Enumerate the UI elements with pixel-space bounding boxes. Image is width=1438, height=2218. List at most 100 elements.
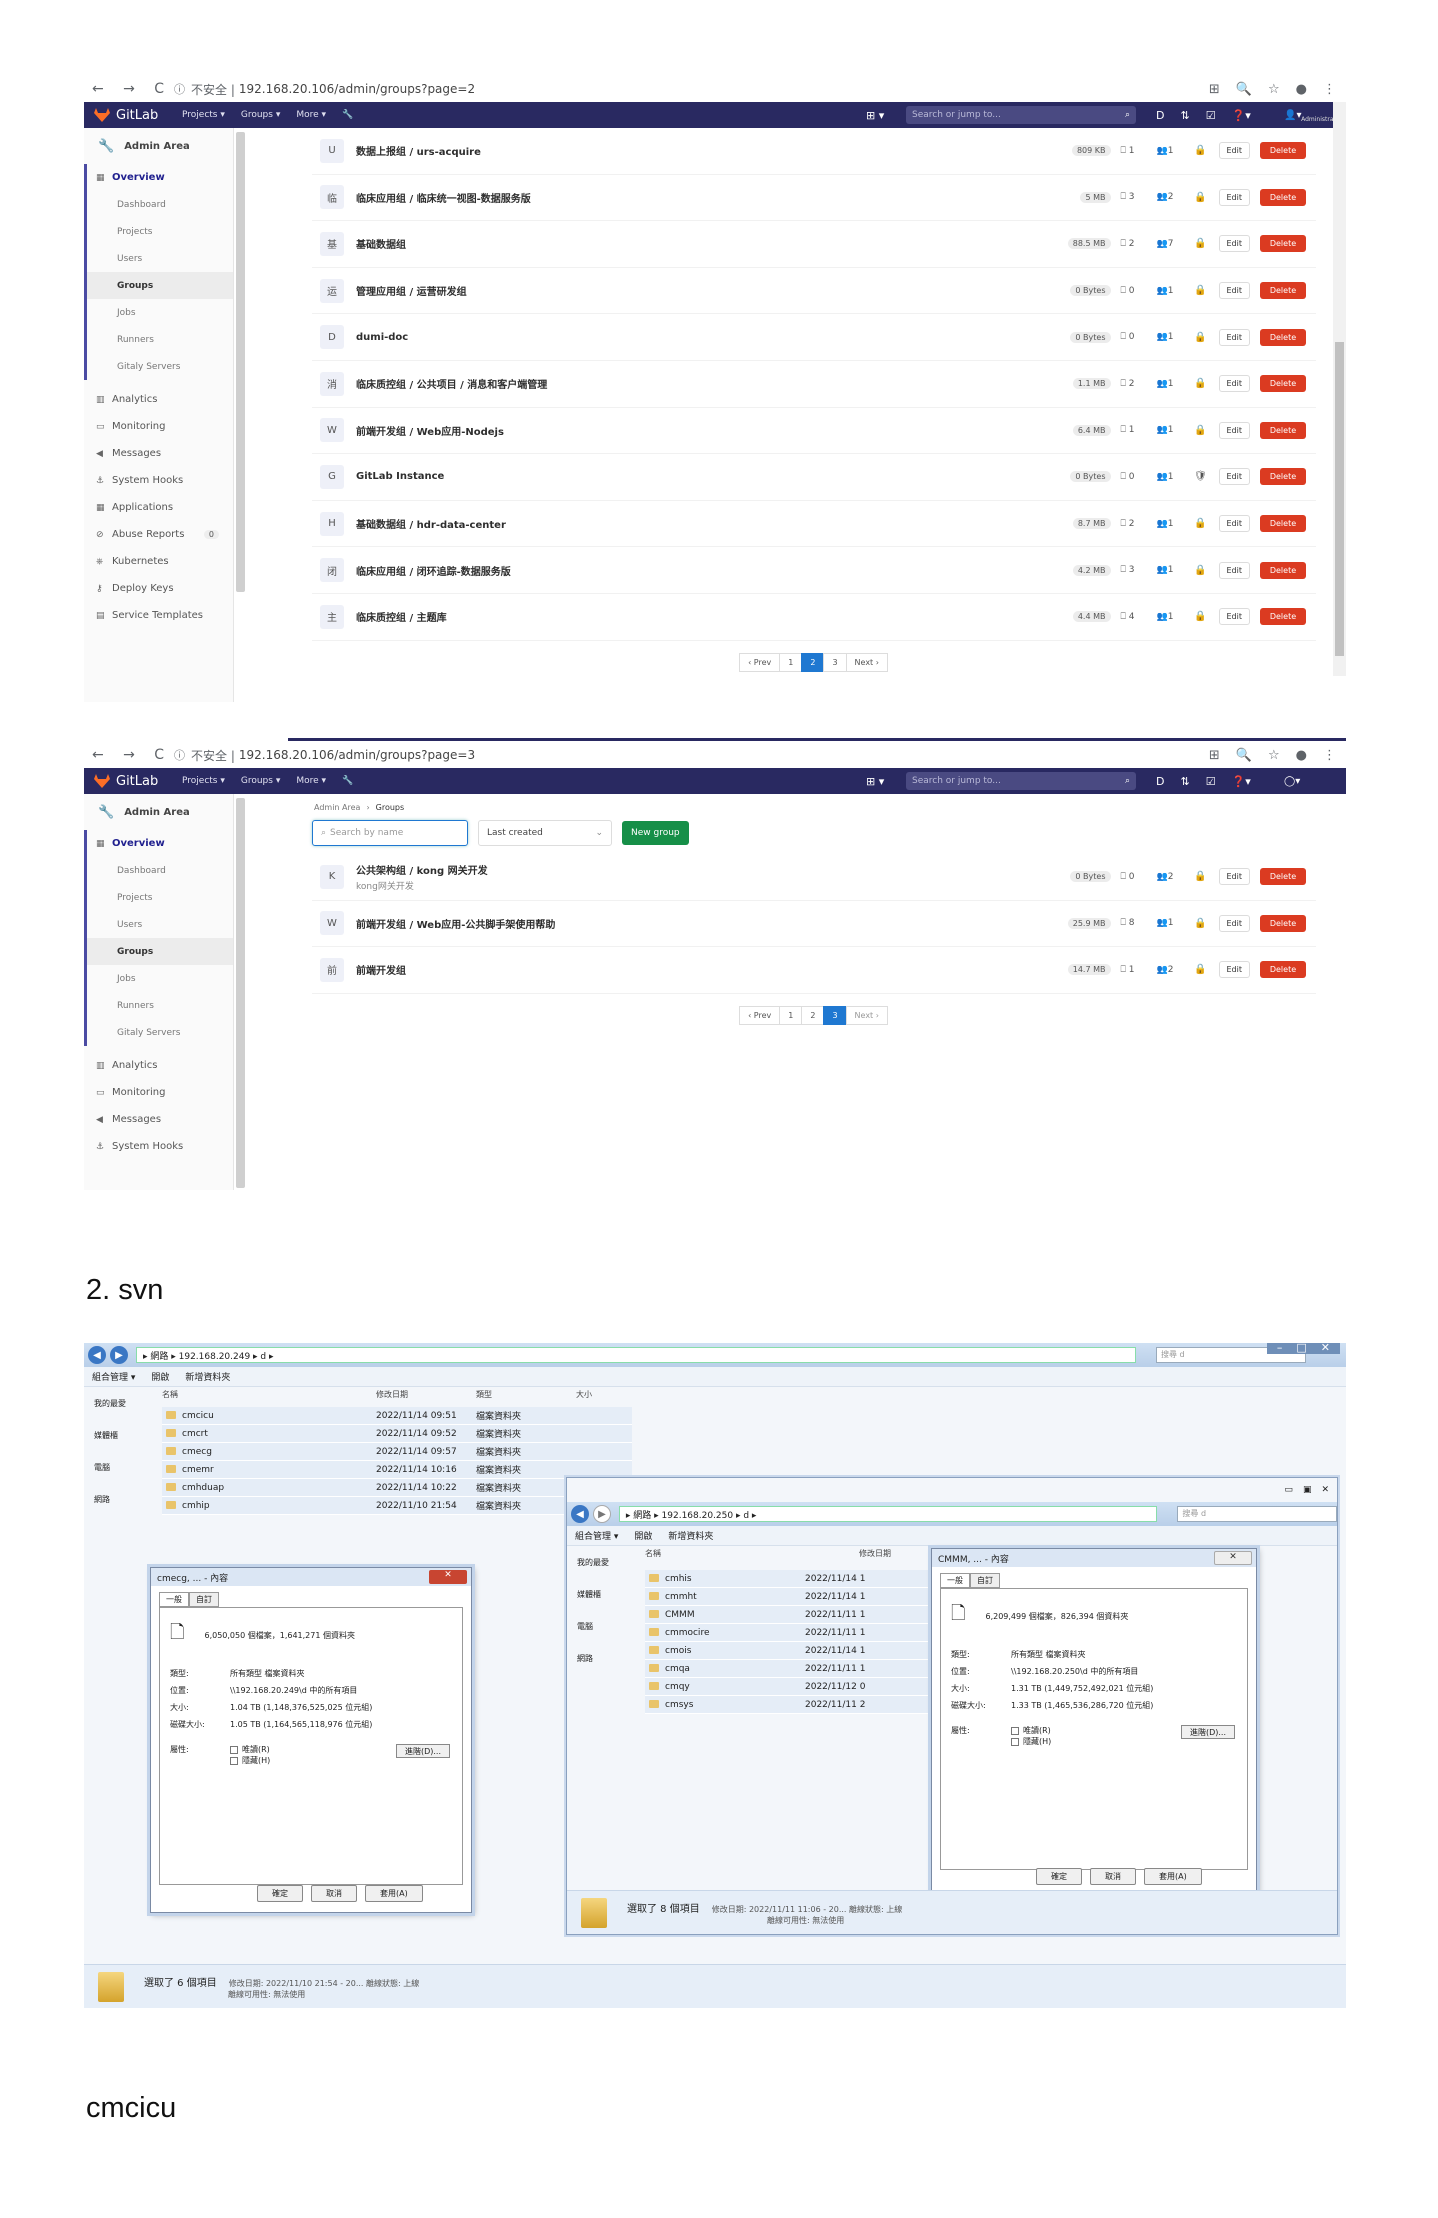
path-input[interactable]: ▸ 網路 ▸ 192.168.20.249 ▸ d ▸ <box>136 1347 1136 1363</box>
col-size[interactable]: 大小 <box>576 1389 592 1400</box>
reload-icon[interactable]: C <box>154 81 164 97</box>
page-link[interactable]: 1 <box>779 652 803 672</box>
sidebar-item-analytics[interactable]: ▥ Analytics <box>84 1052 233 1079</box>
delete-button[interactable]: Delete <box>1260 142 1306 160</box>
advanced-button[interactable]: 進階(D)... <box>1180 1725 1235 1739</box>
edit-button[interactable]: Edit <box>1218 608 1250 626</box>
sidebar-item-abuse-reports[interactable]: ⊘ Abuse Reports 0 <box>84 521 233 548</box>
file-row[interactable]: cmois 2022/11/14 1 <box>645 1642 935 1660</box>
page-link[interactable]: 2 <box>801 652 825 672</box>
address-bar[interactable]: 192.168.20.106/admin/groups?page=2 <box>239 82 475 96</box>
page-link[interactable]: Next › <box>845 1005 888 1025</box>
sidebar-sub-dashboard[interactable]: Dashboard <box>84 191 233 218</box>
topbar-search[interactable]: Search or jump to... ⌕ <box>906 106 1136 124</box>
hidden-checkbox[interactable] <box>1011 1737 1019 1746</box>
help-icon[interactable]: ❓▾ <box>1232 775 1251 788</box>
sidebar-sub-gitaly[interactable]: Gitaly Servers <box>84 353 233 380</box>
star-icon[interactable]: ☆ <box>1268 82 1280 97</box>
menu-icon[interactable]: ⋮ <box>1323 82 1336 97</box>
sidebar-sub-jobs[interactable]: Jobs <box>84 299 233 326</box>
sort-dropdown[interactable]: Last created ⌄ <box>478 820 612 846</box>
page-link[interactable]: ‹ Prev <box>739 1005 781 1025</box>
group-name[interactable]: 基础数据组 <box>356 236 406 251</box>
translate-icon[interactable]: ⊞ <box>1209 82 1220 97</box>
group-row[interactable]: 基 基础数据组 88.5 MB ⎕ 2 👥7 🔒 Edit Delete <box>312 221 1316 268</box>
delete-button[interactable]: Delete <box>1260 608 1306 626</box>
open-button[interactable]: 開啟 <box>151 1370 169 1383</box>
sidebar-item-messages[interactable]: ◀ Messages <box>84 1106 233 1133</box>
nav-projects[interactable]: Projects ▾ <box>182 110 225 120</box>
sidebar-sub-projects[interactable]: Projects <box>84 218 233 245</box>
edit-button[interactable]: Edit <box>1218 282 1250 300</box>
col-name[interactable]: 名稱 <box>162 1389 376 1400</box>
file-row[interactable]: cmsys 2022/11/11 2 <box>645 1696 935 1714</box>
page-link[interactable]: 3 <box>823 652 847 672</box>
maximize-icon[interactable]: □ <box>1296 1343 1306 1354</box>
organize-button[interactable]: 組合管理 ▾ <box>575 1529 618 1542</box>
star-icon[interactable]: ☆ <box>1268 748 1280 763</box>
back-icon[interactable]: ← <box>92 81 104 97</box>
merge-request-icon[interactable]: ⇅ <box>1180 109 1189 122</box>
search-input[interactable]: ⌕ Search by name <box>312 820 468 846</box>
new-group-button[interactable]: New group <box>622 821 689 845</box>
delete-button[interactable]: Delete <box>1260 188 1306 206</box>
forward-icon[interactable]: → <box>123 81 135 97</box>
group-name[interactable]: 前端开发组 / Web应用-公共脚手架使用帮助 <box>356 916 555 931</box>
edit-button[interactable]: Edit <box>1218 235 1250 253</box>
profile-icon[interactable]: ● <box>1296 748 1307 763</box>
file-row[interactable]: cmcrt 2022/11/14 09:52 檔案資料夾 <box>162 1425 632 1443</box>
delete-button[interactable]: Delete <box>1260 868 1306 886</box>
edit-button[interactable]: Edit <box>1218 515 1250 533</box>
delete-button[interactable]: Delete <box>1260 282 1306 300</box>
sidebar-item-overview[interactable]: ▦ Overview <box>84 164 233 191</box>
edit-button[interactable]: Edit <box>1218 188 1250 206</box>
topbar-search[interactable]: Search or jump to... ⌕ <box>906 772 1136 790</box>
nav-more[interactable]: More ▾ <box>296 776 326 786</box>
help-icon[interactable]: ❓▾ <box>1232 109 1251 122</box>
sidebar-sub-groups[interactable]: Groups <box>84 938 233 965</box>
merge-request-icon[interactable]: ⇅ <box>1180 775 1189 788</box>
scrollbar-thumb[interactable] <box>1335 342 1344 656</box>
user-avatar[interactable]: 👤▾ <box>1284 110 1301 121</box>
group-name[interactable]: 基础数据组 / hdr-data-center <box>356 516 506 531</box>
sidebar-item-system-hooks[interactable]: ⚓ System Hooks <box>84 1133 233 1160</box>
gitlab-logo[interactable]: GitLab <box>94 108 176 123</box>
cancel-button[interactable]: 取消 <box>311 1885 357 1902</box>
delete-button[interactable]: Delete <box>1260 375 1306 393</box>
close-icon[interactable]: ✕ <box>1321 1343 1330 1354</box>
nav-favorites[interactable]: 我的最愛 <box>84 1387 154 1419</box>
group-name[interactable]: 临床应用组 / 闭环追踪-数据服务版 <box>356 563 511 578</box>
forward-icon[interactable]: ▶ <box>592 1505 611 1523</box>
file-row[interactable]: cmmocire 2022/11/11 1 <box>645 1624 935 1642</box>
nav-libraries[interactable]: 媒體櫃 <box>84 1419 154 1451</box>
ok-button[interactable]: 確定 <box>1036 1868 1082 1885</box>
sidebar-item-analytics[interactable]: ▥ Analytics <box>84 386 233 413</box>
sidebar-scrollbar[interactable] <box>236 132 245 592</box>
explorer-search[interactable]: 搜尋 d <box>1177 1506 1337 1522</box>
sidebar-item-service-templates[interactable]: ▤ Service Templates <box>84 602 233 629</box>
group-name[interactable]: 前端开发组 <box>356 962 406 977</box>
close-icon[interactable]: ✕ <box>1214 1551 1252 1565</box>
apply-button[interactable]: 套用(A) <box>1144 1868 1202 1885</box>
back-icon[interactable]: ◀ <box>571 1505 589 1523</box>
sidebar-sub-gitaly[interactable]: Gitaly Servers <box>84 1019 233 1046</box>
new-folder-button[interactable]: 新增資料夾 <box>668 1529 713 1542</box>
file-row[interactable]: CMMM 2022/11/11 1 <box>645 1606 935 1624</box>
file-row[interactable]: cmcicu 2022/11/14 09:51 檔案資料夾 <box>162 1407 632 1425</box>
delete-button[interactable]: Delete <box>1260 961 1306 979</box>
organize-button[interactable]: 組合管理 ▾ <box>92 1370 135 1383</box>
group-row[interactable]: H 基础数据组 / hdr-data-center 8.7 MB ⎕ 2 👥1 … <box>312 501 1316 548</box>
readonly-checkbox[interactable] <box>230 1745 238 1754</box>
group-name[interactable]: 临床质控组 / 主题库 <box>356 609 447 624</box>
sidebar-item-overview[interactable]: ▦ Overview <box>84 830 233 857</box>
nav-projects[interactable]: Projects ▾ <box>182 776 225 786</box>
path-input[interactable]: ▸ 網路 ▸ 192.168.20.250 ▸ d ▸ <box>618 1506 1158 1522</box>
nav-groups[interactable]: Groups ▾ <box>241 110 280 120</box>
translate-icon[interactable]: ⊞ <box>1209 748 1220 763</box>
nav-more[interactable]: More ▾ <box>296 110 326 120</box>
delete-button[interactable]: Delete <box>1260 235 1306 253</box>
page-link[interactable]: ‹ Prev <box>739 652 781 672</box>
file-row[interactable]: cmmht 2022/11/14 1 <box>645 1588 935 1606</box>
address-bar[interactable]: 192.168.20.106/admin/groups?page=3 <box>239 748 475 762</box>
plus-icon[interactable]: ⊞ ▾ <box>866 109 884 122</box>
